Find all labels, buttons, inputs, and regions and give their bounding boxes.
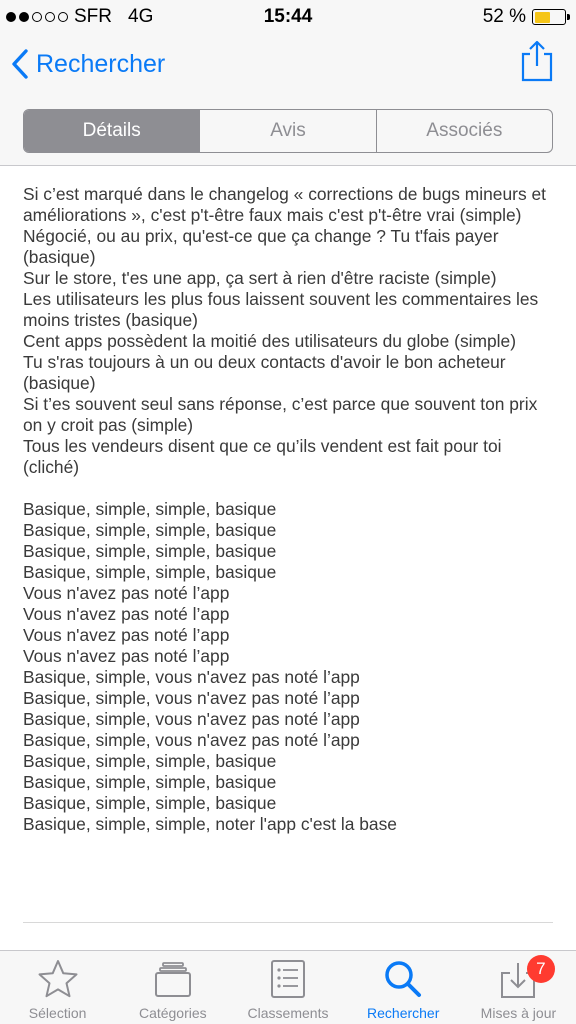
chorus-line: Basique, simple, simple, basique [23, 499, 277, 519]
description-line: Si c’est marqué dans le changelog « corr… [23, 184, 546, 225]
back-button-label: Rechercher [36, 49, 166, 78]
chorus-line: Vous n'avez pas noté l’app [23, 646, 230, 666]
description-line: Tu s'ras toujours à un ou deux contacts … [23, 352, 506, 393]
tab-label: Sélection [28, 1005, 87, 1021]
status-bar: SFR 4G 15:44 52 % [0, 0, 576, 34]
share-icon[interactable] [520, 40, 554, 82]
chorus-line: Basique, simple, simple, basique [23, 562, 277, 582]
app-description: Si c’est marqué dans le changelog « corr… [23, 184, 553, 835]
tab-label: Catégories [138, 1005, 207, 1021]
battery-icon [532, 9, 570, 25]
tab-featured[interactable]: Sélection [0, 951, 115, 1024]
description-line: Les utilisateurs les plus fous laissent … [23, 289, 539, 330]
chorus-line: Vous n'avez pas noté l’app [23, 583, 230, 603]
tab-updates[interactable]: 7 Mises à jour [461, 951, 576, 1024]
chevron-left-icon [12, 49, 28, 79]
chorus-line: Basique, simple, vous n'avez pas noté l’… [23, 709, 360, 729]
chorus-line: Basique, simple, vous n'avez pas noté l’… [23, 667, 360, 687]
tab-label: Mises à jour [480, 1005, 557, 1021]
search-icon [385, 961, 422, 997]
chorus-line: Basique, simple, vous n'avez pas noté l’… [23, 730, 360, 750]
segmented-control: Détails Avis Associés [23, 109, 553, 153]
tab-label: Classements [247, 1005, 329, 1021]
categories-icon [154, 962, 191, 997]
segment-bar: Détails Avis Associés [0, 98, 576, 166]
description-line: Tous les vendeurs disent que ce qu’ils v… [23, 436, 502, 477]
tab-categories[interactable]: Catégories [115, 951, 230, 1024]
description-line: Négocié, ou au prix, qu'est-ce que ça ch… [23, 226, 499, 267]
list-icon [271, 960, 305, 998]
chorus-line: Vous n'avez pas noté l’app [23, 604, 230, 624]
chorus-line: Vous n'avez pas noté l’app [23, 625, 230, 645]
content-divider [23, 922, 553, 923]
description-line: Sur le store, t'es une app, ça sert à ri… [23, 268, 497, 288]
description-line: Si t’es souvent seul sans réponse, c’est… [23, 394, 538, 435]
tab-details[interactable]: Détails [24, 110, 201, 152]
star-icon [38, 960, 78, 998]
back-button[interactable]: Rechercher [10, 48, 165, 80]
chorus-line: Basique, simple, simple, basique [23, 793, 277, 813]
description-line: Cent apps possèdent la moitié des utilis… [23, 331, 517, 351]
chorus-line: Basique, simple, simple, noter l'app c'e… [23, 814, 397, 834]
tab-reviews[interactable]: Avis [200, 110, 377, 152]
updates-badge: 7 [526, 955, 555, 983]
navigation-bar: Rechercher [0, 34, 576, 98]
tab-related[interactable]: Associés [377, 110, 552, 152]
tab-search[interactable]: Rechercher [346, 951, 461, 1024]
battery-percent: 52 % [482, 6, 526, 27]
tab-label: Rechercher [367, 1005, 440, 1021]
status-right: 52 % [482, 6, 570, 28]
tab-top-charts[interactable]: Classements [230, 951, 345, 1024]
chorus-line: Basique, simple, simple, basique [23, 751, 277, 771]
chorus-line: Basique, simple, simple, basique [23, 541, 277, 561]
chorus-line: Basique, simple, simple, basique [23, 772, 277, 792]
chorus-line: Basique, simple, vous n'avez pas noté l’… [23, 688, 360, 708]
chorus-line: Basique, simple, simple, basique [23, 520, 277, 540]
tab-bar: Sélection Catégories Classements Recherc… [0, 950, 576, 1024]
